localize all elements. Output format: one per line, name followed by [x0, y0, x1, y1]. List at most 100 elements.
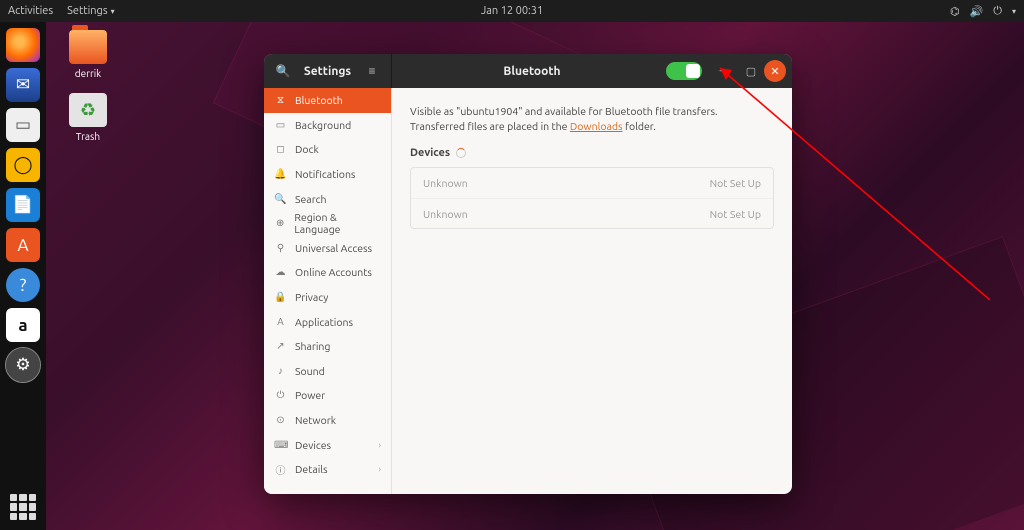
sidebar-item-label: Sharing: [295, 340, 330, 352]
app-menu-label: Settings: [67, 5, 108, 17]
trash-icon: [69, 93, 107, 127]
search-icon: 🔍: [274, 193, 287, 205]
sidebar-item-label: Network: [295, 414, 336, 426]
sidebar-item-label: Region & Language: [294, 211, 381, 235]
sidebar-item-label: Power: [295, 389, 325, 401]
menu-icon: ≡: [368, 64, 375, 78]
dock-app-help[interactable]: ?: [6, 268, 40, 302]
show-applications-button[interactable]: [10, 494, 36, 520]
sidebar-item-label: Online Accounts: [295, 266, 372, 278]
device-row[interactable]: Unknown Not Set Up: [411, 168, 773, 198]
chevron-right-icon: ›: [378, 440, 381, 450]
sidebar-item-notifications[interactable]: 🔔 Notifications: [264, 162, 391, 187]
background-icon: ▭: [274, 119, 287, 131]
dock-app-rhythmbox[interactable]: ◯: [6, 148, 40, 182]
online-accounts-icon: ☁: [274, 266, 287, 278]
sidebar-item-label: Notifications: [295, 168, 356, 180]
bluetooth-description: Visible as "ubuntu1904" and available fo…: [410, 104, 774, 133]
panel-title: Bluetooth: [398, 65, 666, 78]
device-row[interactable]: UnknownNot Set Up: [411, 198, 773, 228]
details-icon: ⓘ: [274, 462, 287, 477]
search-button[interactable]: 🔍: [270, 58, 296, 84]
dock-app-settings[interactable]: ⚙: [6, 348, 40, 382]
desktop-home-folder[interactable]: derrik: [58, 30, 118, 79]
sidebar-item-power[interactable]: ⏻ Power: [264, 383, 391, 408]
sidebar-item-dock[interactable]: ◻ Dock: [264, 137, 391, 162]
sidebar-item-label: Details: [295, 463, 328, 475]
applications-icon: A: [274, 316, 287, 327]
dock-app-amazon[interactable]: a: [6, 308, 40, 342]
dock-icon: ◻: [274, 143, 287, 155]
chevron-down-icon: ▾: [111, 7, 115, 16]
chevron-right-icon: ›: [378, 464, 381, 474]
dock: ✉ ▭ ◯ 📄 A ? a ⚙: [0, 22, 46, 530]
activities-button[interactable]: Activities: [8, 5, 53, 17]
volume-icon[interactable]: 🔊: [970, 5, 984, 18]
sidebar-item-network[interactable]: ⊙Network: [264, 408, 391, 433]
downloads-link[interactable]: Downloads: [570, 120, 623, 132]
maximize-button[interactable]: ▢: [738, 58, 764, 84]
network-icon[interactable]: ⌬: [950, 5, 960, 18]
privacy-icon: 🔒: [274, 291, 287, 303]
notifications-icon: 🔔: [274, 168, 287, 180]
bluetooth-toggle[interactable]: [666, 62, 702, 80]
device-status: Not Set Up: [710, 177, 761, 189]
universal-access-icon: ⚲: [274, 242, 287, 254]
region-language-icon: ⊕: [274, 217, 286, 229]
sound-icon: ♪: [274, 365, 287, 377]
sidebar-item-label: Background: [295, 119, 351, 131]
sidebar-item-details[interactable]: ⓘ Details ›: [264, 457, 391, 482]
search-icon: 🔍: [276, 64, 291, 78]
sidebar-item-search[interactable]: 🔍 Search: [264, 186, 391, 211]
bluetooth-icon: ⧖: [274, 94, 287, 106]
clock[interactable]: Jan 12 00:31: [481, 5, 543, 17]
sidebar-item-privacy[interactable]: 🔒Privacy: [264, 285, 391, 310]
desktop-trash[interactable]: Trash: [58, 93, 118, 142]
device-status: Not Set Up: [710, 208, 761, 220]
sidebar-item-sharing[interactable]: ↗Sharing: [264, 334, 391, 359]
desktop-icon-label: Trash: [58, 131, 118, 142]
settings-window: 🔍 Settings ≡ Bluetooth — ▢ ✕ ⧖ Bluetooth ▭…: [264, 54, 792, 494]
sidebar-item-region-language[interactable]: ⊕ Region & Language: [264, 211, 391, 236]
sidebar-item-label: Sound: [295, 365, 325, 377]
minimize-button[interactable]: —: [712, 58, 738, 84]
top-panel: Activities Settings▾ Jan 12 00:31 ⌬ 🔊 ⏻ …: [0, 0, 1024, 22]
sidebar-item-bluetooth[interactable]: ⧖ Bluetooth: [264, 88, 391, 113]
sidebar-item-label: Applications: [295, 316, 353, 328]
dock-app-thunderbird[interactable]: ✉: [6, 68, 40, 102]
sidebar-item-label: Dock: [295, 143, 319, 155]
device-name: Unknown: [423, 177, 468, 189]
sidebar-item-label: Bluetooth: [295, 94, 343, 106]
minimize-icon: —: [720, 65, 731, 77]
sidebar-item-label: Universal Access: [295, 242, 372, 254]
scanning-spinner-icon: [456, 148, 466, 158]
app-menu-settings[interactable]: Settings▾: [67, 5, 115, 17]
bluetooth-panel: Visible as "ubuntu1904" and available fo…: [392, 88, 792, 494]
window-header: 🔍 Settings ≡ Bluetooth — ▢ ✕: [264, 54, 792, 88]
sidebar-item-label: Search: [295, 193, 327, 205]
desktop-icon-label: derrik: [58, 68, 118, 79]
sidebar-item-applications[interactable]: A Applications: [264, 309, 391, 334]
maximize-icon: ▢: [746, 65, 756, 78]
dock-app-writer[interactable]: 📄: [6, 188, 40, 222]
home-folder-icon: [69, 30, 107, 64]
desktop-icons: derrik Trash: [58, 30, 118, 156]
sidebar-item-universal-access[interactable]: ⚲ Universal Access: [264, 236, 391, 261]
devices-list: UnknownNot Set UpUnknownNot Set Up: [410, 167, 774, 229]
power-icon[interactable]: ⏻: [993, 5, 1002, 18]
power-icon: ⏻: [274, 389, 287, 401]
sidebar-item-online-accounts[interactable]: ☁ Online Accounts: [264, 260, 391, 285]
chevron-down-icon[interactable]: ▾: [1012, 7, 1016, 16]
sidebar-item-devices[interactable]: ⌨Devices›: [264, 432, 391, 457]
dock-app-files[interactable]: ▭: [6, 108, 40, 142]
devices-heading: Devices: [410, 147, 774, 159]
settings-sidebar: ⧖ Bluetooth ▭ Background ◻ Dock 🔔 Notifications…: [264, 88, 392, 494]
dock-app-firefox[interactable]: [6, 28, 40, 62]
sidebar-item-background[interactable]: ▭ Background: [264, 113, 391, 138]
dock-app-software[interactable]: A: [6, 228, 40, 262]
close-button[interactable]: ✕: [764, 60, 786, 82]
devices-icon: ⌨: [274, 439, 287, 451]
close-icon: ✕: [770, 65, 779, 78]
sidebar-item-sound[interactable]: ♪ Sound: [264, 359, 391, 384]
hamburger-menu-button[interactable]: ≡: [359, 58, 385, 84]
